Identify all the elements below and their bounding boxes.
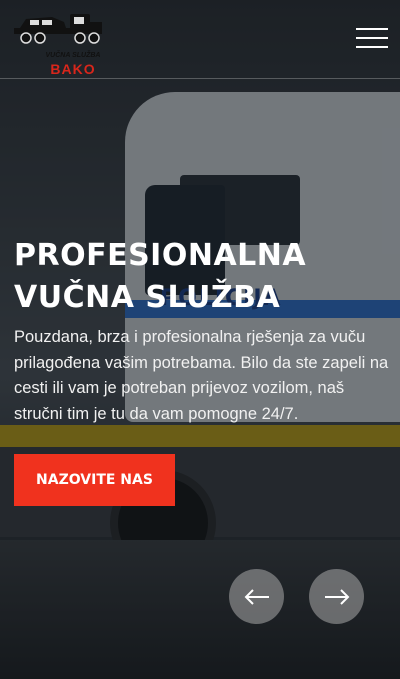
- arrow-left-icon: [244, 588, 269, 605]
- arrow-right-icon: [324, 588, 349, 605]
- logo[interactable]: VUČNA SLUŽBA BAKO: [12, 10, 106, 77]
- slider-prev-button[interactable]: [229, 569, 284, 624]
- menu-line: [356, 28, 388, 30]
- site-header: VUČNA SLUŽBA BAKO: [0, 0, 400, 79]
- slider-next-button[interactable]: [309, 569, 364, 624]
- hero-description: Pouzdana, brza i profesionalna rješenja …: [14, 328, 389, 423]
- hero-content: PROFESIONALNA VUČNA SLUŽBA Pouzdana, brz…: [14, 235, 394, 427]
- hero-title: PROFESIONALNA VUČNA SLUŽBA: [14, 238, 307, 315]
- menu-line: [356, 37, 388, 39]
- logo-name: BAKO: [50, 61, 96, 77]
- logo-caption: VUČNA SLUŽBA: [45, 52, 101, 59]
- hamburger-menu-icon[interactable]: [356, 28, 388, 50]
- hero-slider: POLICIJA VUČNA SLUŽBA BAKO PROFESIONALNA…: [0, 0, 400, 679]
- tow-truck-logo-icon: [14, 14, 102, 44]
- menu-line: [356, 46, 388, 48]
- call-us-button[interactable]: NAZOVITE NAS: [14, 454, 175, 506]
